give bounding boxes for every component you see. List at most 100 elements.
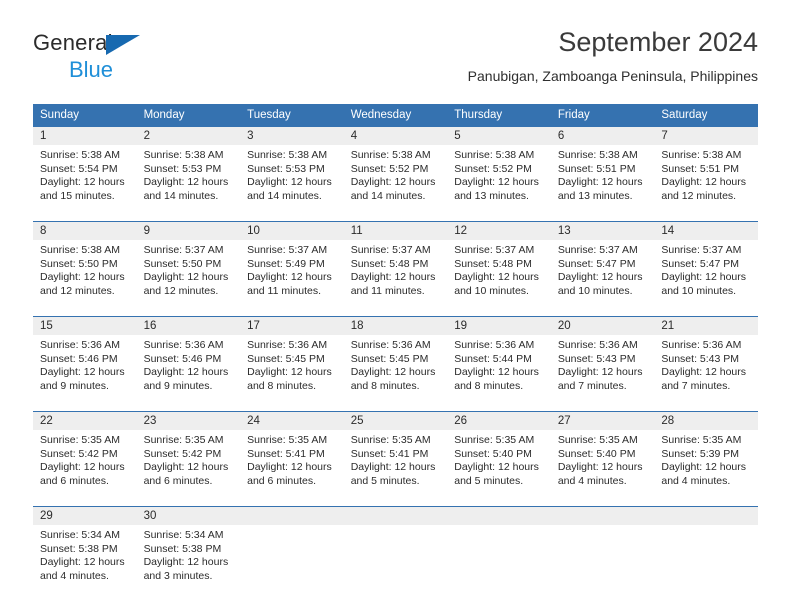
calendar-day-cell[interactable]: 5 Sunrise: 5:38 AM Sunset: 5:52 PM Daylight… xyxy=(447,126,551,214)
weekday-header-sunday: Sunday xyxy=(33,104,137,127)
calendar-day-cell-empty xyxy=(343,506,448,594)
calendar-day-cell[interactable]: 2 Sunrise: 5:38 AM Sunset: 5:53 PM Daylight… xyxy=(136,126,241,214)
day-number: 1 xyxy=(33,127,137,145)
sunrise-text: Sunrise: 5:38 AM xyxy=(247,149,328,161)
day-number: 14 xyxy=(654,222,758,240)
calendar-day-cell[interactable]: 18 Sunrise: 5:36 AM Sunset: 5:45 PM Dayligh… xyxy=(343,316,448,404)
sunrise-text: Sunrise: 5:37 AM xyxy=(350,244,431,256)
daylight-text-line2: and 15 minutes. xyxy=(40,189,115,202)
sunset-text: Sunset: 5:45 PM xyxy=(247,352,325,365)
calendar-day-cell[interactable]: 6 Sunrise: 5:38 AM Sunset: 5:51 PM Daylight… xyxy=(550,126,655,214)
sunset-text: Sunset: 5:45 PM xyxy=(350,352,429,365)
daylight-text-line1: Daylight: 12 hours xyxy=(350,461,436,474)
daylight-text-line2: and 5 minutes. xyxy=(454,474,524,487)
weekday-header-wednesday: Wednesday xyxy=(343,104,448,127)
daylight-text-line1: Daylight: 12 hours xyxy=(143,556,229,569)
sunrise-text: Sunrise: 5:35 AM xyxy=(40,434,120,446)
daylight-text-line1: Daylight: 12 hours xyxy=(40,556,125,569)
sunset-text: Sunset: 5:50 PM xyxy=(40,257,118,270)
day-number: 20 xyxy=(550,317,655,335)
daylight-text-line2: and 14 minutes. xyxy=(350,189,426,202)
sunset-text: Sunset: 5:38 PM xyxy=(143,542,222,555)
day-details xyxy=(447,525,551,594)
calendar-day-cell[interactable]: 10 Sunrise: 5:37 AM Sunset: 5:49 PM Dayligh… xyxy=(240,221,344,309)
calendar-day-cell[interactable]: 3 Sunrise: 5:38 AM Sunset: 5:53 PM Daylight… xyxy=(240,126,344,214)
calendar-day-cell[interactable]: 4 Sunrise: 5:38 AM Sunset: 5:52 PM Daylight… xyxy=(343,126,448,214)
daylight-text-line1: Daylight: 12 hours xyxy=(247,461,332,474)
sunset-text: Sunset: 5:46 PM xyxy=(143,352,222,365)
day-details: Sunrise: 5:35 AM Sunset: 5:39 PM Daylight:… xyxy=(654,430,758,499)
daylight-text-line1: Daylight: 12 hours xyxy=(40,271,125,284)
calendar-day-cell[interactable]: 21 Sunrise: 5:36 AM Sunset: 5:43 PM Dayligh… xyxy=(654,316,758,404)
day-details: Sunrise: 5:35 AM Sunset: 5:42 PM Daylight:… xyxy=(33,430,137,499)
calendar-day-cell[interactable]: 22 Sunrise: 5:35 AM Sunset: 5:42 PM Dayligh… xyxy=(33,411,137,499)
day-number xyxy=(654,507,758,525)
day-details: Sunrise: 5:35 AM Sunset: 5:42 PM Daylight:… xyxy=(137,430,241,499)
daylight-text-line2: and 13 minutes. xyxy=(454,189,529,202)
day-number: 16 xyxy=(136,317,241,335)
calendar-day-cell[interactable]: 13 Sunrise: 5:37 AM Sunset: 5:47 PM Dayligh… xyxy=(550,221,655,309)
daylight-text-line2: and 14 minutes. xyxy=(247,189,322,202)
calendar-day-cell[interactable]: 16 Sunrise: 5:36 AM Sunset: 5:46 PM Dayligh… xyxy=(136,316,241,404)
calendar-day-cell[interactable]: 23 Sunrise: 5:35 AM Sunset: 5:42 PM Dayligh… xyxy=(136,411,241,499)
sunrise-text: Sunrise: 5:37 AM xyxy=(247,244,328,256)
day-number: 22 xyxy=(33,412,137,430)
general-blue-logo[interactable]: General Blue xyxy=(33,32,213,90)
sunset-text: Sunset: 5:54 PM xyxy=(40,162,118,175)
sunset-text: Sunset: 5:46 PM xyxy=(40,352,118,365)
daylight-text-line1: Daylight: 12 hours xyxy=(40,461,125,474)
day-number: 24 xyxy=(240,412,344,430)
daylight-text-line2: and 12 minutes. xyxy=(40,284,115,297)
day-number: 19 xyxy=(447,317,551,335)
daylight-text-line2: and 8 minutes. xyxy=(247,379,317,392)
sunrise-text: Sunrise: 5:36 AM xyxy=(247,339,328,351)
day-number: 10 xyxy=(240,222,344,240)
sunset-text: Sunset: 5:52 PM xyxy=(454,162,532,175)
daylight-text-line2: and 12 minutes. xyxy=(143,284,219,297)
sunset-text: Sunset: 5:49 PM xyxy=(247,257,325,270)
daylight-text-line2: and 3 minutes. xyxy=(143,569,213,582)
daylight-text-line2: and 4 minutes. xyxy=(557,474,627,487)
calendar-day-cell[interactable]: 28 Sunrise: 5:35 AM Sunset: 5:39 PM Dayligh… xyxy=(654,411,758,499)
day-details xyxy=(654,525,758,594)
calendar-day-cell[interactable]: 17 Sunrise: 5:36 AM Sunset: 5:45 PM Dayligh… xyxy=(240,316,344,404)
calendar-day-cell[interactable]: 25 Sunrise: 5:35 AM Sunset: 5:41 PM Dayligh… xyxy=(343,411,448,499)
day-number: 8 xyxy=(33,222,137,240)
calendar-day-cell[interactable]: 11 Sunrise: 5:37 AM Sunset: 5:48 PM Dayligh… xyxy=(343,221,448,309)
calendar-day-cell[interactable]: 7 Sunrise: 5:38 AM Sunset: 5:51 PM Daylight… xyxy=(654,126,758,214)
calendar-day-cell[interactable]: 12 Sunrise: 5:37 AM Sunset: 5:48 PM Dayligh… xyxy=(447,221,551,309)
day-details: Sunrise: 5:37 AM Sunset: 5:47 PM Daylight:… xyxy=(654,240,758,309)
day-number: 26 xyxy=(447,412,551,430)
day-details xyxy=(240,525,344,594)
calendar-day-cell[interactable]: 27 Sunrise: 5:35 AM Sunset: 5:40 PM Dayligh… xyxy=(550,411,655,499)
calendar-day-cell[interactable]: 9 Sunrise: 5:37 AM Sunset: 5:50 PM Daylight… xyxy=(136,221,241,309)
day-details xyxy=(551,525,655,594)
calendar-week-row: 29 Sunrise: 5:34 AM Sunset: 5:38 PM Dayligh… xyxy=(33,506,758,594)
day-details: Sunrise: 5:35 AM Sunset: 5:40 PM Daylight:… xyxy=(447,430,551,499)
weekday-header-monday: Monday xyxy=(136,104,241,127)
week-spacer-cell xyxy=(33,309,758,317)
day-details: Sunrise: 5:38 AM Sunset: 5:53 PM Daylight:… xyxy=(240,145,344,214)
calendar-day-cell[interactable]: 26 Sunrise: 5:35 AM Sunset: 5:40 PM Dayligh… xyxy=(447,411,551,499)
calendar-grid: Sunday Monday Tuesday Wednesday Thursday… xyxy=(33,104,758,594)
calendar-day-cell[interactable]: 8 Sunrise: 5:38 AM Sunset: 5:50 PM Daylight… xyxy=(33,221,137,309)
calendar-day-cell[interactable]: 14 Sunrise: 5:37 AM Sunset: 5:47 PM Dayligh… xyxy=(654,221,758,309)
daylight-text-line1: Daylight: 12 hours xyxy=(40,176,125,189)
daylight-text-line1: Daylight: 12 hours xyxy=(454,271,539,284)
day-number: 23 xyxy=(136,412,241,430)
day-details: Sunrise: 5:37 AM Sunset: 5:48 PM Daylight:… xyxy=(344,240,448,309)
daylight-text-line2: and 4 minutes. xyxy=(40,569,109,582)
daylight-text-line2: and 7 minutes. xyxy=(661,379,731,392)
calendar-day-cell[interactable]: 24 Sunrise: 5:35 AM Sunset: 5:41 PM Dayligh… xyxy=(240,411,344,499)
calendar-day-cell[interactable]: 30 Sunrise: 5:34 AM Sunset: 5:38 PM Dayligh… xyxy=(136,506,241,594)
calendar-day-cell[interactable]: 29 Sunrise: 5:34 AM Sunset: 5:38 PM Dayligh… xyxy=(33,506,137,594)
calendar-day-cell[interactable]: 15 Sunrise: 5:36 AM Sunset: 5:46 PM Dayligh… xyxy=(33,316,137,404)
day-details: Sunrise: 5:34 AM Sunset: 5:38 PM Daylight:… xyxy=(33,525,137,594)
daylight-text-line1: Daylight: 12 hours xyxy=(350,271,436,284)
day-details: Sunrise: 5:36 AM Sunset: 5:45 PM Daylight:… xyxy=(240,335,344,404)
calendar-day-cell[interactable]: 19 Sunrise: 5:36 AM Sunset: 5:44 PM Dayligh… xyxy=(447,316,551,404)
sunset-text: Sunset: 5:50 PM xyxy=(143,257,222,270)
calendar-day-cell[interactable]: 1 Sunrise: 5:38 AM Sunset: 5:54 PM Daylight… xyxy=(33,126,137,214)
calendar-day-cell[interactable]: 20 Sunrise: 5:36 AM Sunset: 5:43 PM Dayligh… xyxy=(550,316,655,404)
day-number: 15 xyxy=(33,317,137,335)
